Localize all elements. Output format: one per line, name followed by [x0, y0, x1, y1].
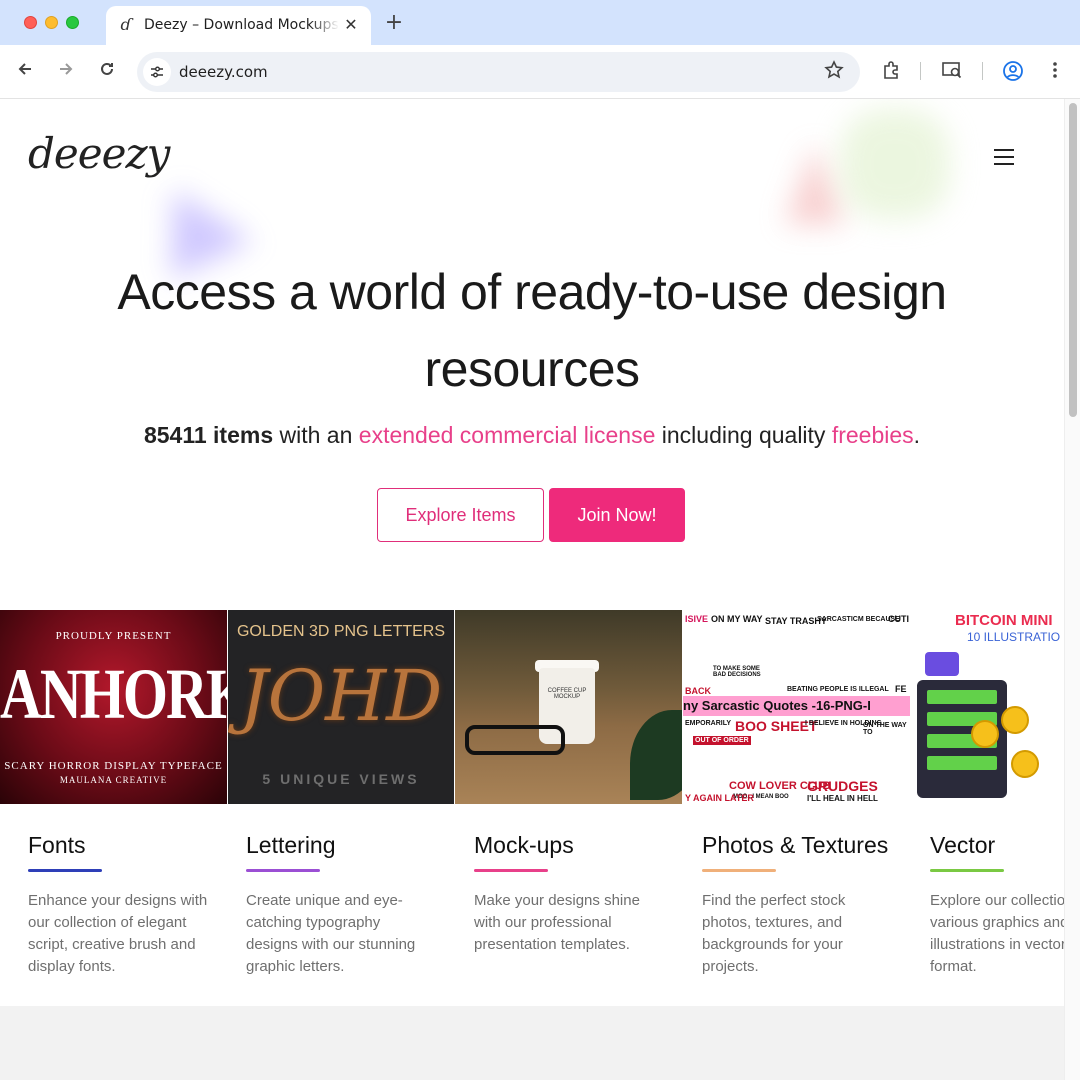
- preview-text: ANHORK: [0, 652, 227, 735]
- arrow-left-icon[interactable]: [13, 60, 37, 84]
- preview-text: GRUDGES: [807, 778, 878, 794]
- category-description: Create unique and eye-catching typograph…: [246, 892, 416, 975]
- puzzle-icon[interactable]: [879, 60, 903, 84]
- preview-text: FE: [895, 684, 907, 694]
- toolbar-divider: [982, 62, 983, 80]
- preview-text: BITCOIN MINI: [955, 612, 1053, 629]
- item-count: 85411 items: [143, 422, 274, 448]
- mockups-preview-image[interactable]: COFFEE CUP MOCKUP: [455, 610, 682, 804]
- preview-text: COFFEE CUP MOCKUP: [547, 688, 587, 700]
- url-text[interactable]: deeezy.com: [179, 61, 268, 83]
- chart-illustration: [925, 652, 959, 676]
- preview-text: 5 UNIQUE VIEWS: [262, 771, 420, 787]
- hamburger-menu-icon[interactable]: [994, 149, 1014, 165]
- plant-leaf: [630, 710, 682, 800]
- decorative-blob: [840, 109, 950, 219]
- decorative-blob: [785, 144, 845, 224]
- lettering-preview-image[interactable]: GOLDEN 3D PNG LETTERS JOHD 5 UNIQUE VIEW…: [228, 610, 454, 804]
- category-underline: [702, 869, 776, 872]
- preview-text: GOLDEN 3D PNG LETTERS: [236, 623, 446, 640]
- site-logo[interactable]: deeezy: [28, 129, 170, 178]
- category-title[interactable]: Lettering: [246, 832, 426, 859]
- category-description: Make your designs shine with our profess…: [474, 892, 640, 953]
- vector-preview-image[interactable]: BITCOIN MINI 10 ILLUSTRATIO: [911, 610, 1064, 804]
- sticker-collage: ISIVE ON MY WAY STAY TRASHY SARCASTICM B…: [683, 610, 910, 804]
- category-fonts[interactable]: Fonts Enhance your designs with our coll…: [28, 832, 208, 978]
- preview-text: TO MAKE SOME BAD DECISIONS: [713, 666, 761, 678]
- hero-title: Access a world of ready-to-use design re…: [117, 264, 947, 397]
- new-tab-button[interactable]: +: [382, 11, 406, 35]
- next-section-background: [0, 1006, 1064, 1080]
- tab-title: Deezy – Download Mockups, Fonts & Graphi…: [144, 17, 339, 33]
- freebies-link[interactable]: freebies: [832, 422, 914, 448]
- address-bar[interactable]: deeezy.com: [137, 52, 860, 92]
- preview-text: ON THE WAY TO: [863, 722, 907, 736]
- preview-text: EMPORARILY: [685, 720, 732, 727]
- profile-icon[interactable]: [1001, 60, 1025, 84]
- preview-text: MAULANA CREATIVE: [59, 775, 168, 785]
- category-lettering[interactable]: Lettering Create unique and eye-catching…: [246, 832, 426, 978]
- cast-search-icon[interactable]: [940, 60, 964, 84]
- maximize-window-button[interactable]: [66, 16, 79, 29]
- category-underline: [930, 869, 1004, 872]
- category-mockups[interactable]: Mock-ups Make your designs shine with ou…: [474, 832, 654, 956]
- preview-text: ny Sarcastic Quotes -16-PNG-I: [683, 696, 910, 716]
- category-photos-textures[interactable]: Photos & Textures Find the perfect stock…: [702, 832, 888, 978]
- toolbar-divider: [920, 62, 921, 80]
- photos-preview-image[interactable]: ISIVE ON MY WAY STAY TRASHY SARCASTICM B…: [683, 610, 910, 804]
- category-underline: [474, 869, 548, 872]
- license-link[interactable]: extended commercial license: [359, 422, 656, 448]
- category-underline: [246, 869, 320, 872]
- kebab-menu-icon[interactable]: [1043, 60, 1067, 84]
- bitcoin-coin: [971, 720, 999, 748]
- category-title[interactable]: Mock-ups: [474, 832, 654, 859]
- preview-text: CUTI: [888, 614, 909, 624]
- preview-text: I'LL HEAL IN HELL: [807, 794, 878, 803]
- preview-text: Y AGAIN LATER: [685, 793, 754, 803]
- browser-tab-active[interactable]: ɗ Deezy – Download Mockups, Fonts & Grap…: [106, 6, 371, 45]
- category-description: Find the perfect stock photos, textures,…: [702, 892, 846, 975]
- browser-toolbar: deeezy.com: [0, 45, 1080, 99]
- join-now-button[interactable]: Join Now!: [549, 488, 685, 542]
- preview-text: BEATING PEOPLE IS ILLEGAL: [787, 686, 889, 693]
- preview-text: SCARY HORROR DISPLAY TYPEFACE: [4, 760, 223, 772]
- bitcoin-coin: [1001, 706, 1029, 734]
- category-description: Enhance your designs with our collection…: [28, 892, 208, 975]
- minimize-window-button[interactable]: [45, 16, 58, 29]
- hero-text: including quality: [655, 422, 832, 448]
- hero-text: with an: [273, 422, 359, 448]
- explore-items-button[interactable]: Explore Items: [377, 488, 544, 542]
- category-title[interactable]: Photos & Textures: [702, 832, 888, 859]
- arrow-right-icon[interactable]: [54, 60, 78, 84]
- fonts-preview-image[interactable]: PROUDLY PRESENT ANHORK SCARY HORROR DISP…: [0, 610, 227, 804]
- category-title[interactable]: Vector: [930, 832, 1064, 859]
- preview-text: JOHD: [239, 655, 443, 737]
- deeezy-favicon-icon: ɗ: [120, 15, 132, 34]
- hero-text: .: [913, 422, 921, 448]
- category-title[interactable]: Fonts: [28, 832, 208, 859]
- preview-text: BACK: [685, 686, 711, 696]
- close-window-button[interactable]: [24, 16, 37, 29]
- bitcoin-coin: [1011, 750, 1039, 778]
- tab-close-icon[interactable]: ✕: [341, 15, 361, 35]
- eyeglasses: [465, 725, 565, 755]
- category-underline: [28, 869, 102, 872]
- page-scrollbar[interactable]: [1064, 99, 1080, 1080]
- tune-icon[interactable]: [143, 58, 171, 86]
- preview-text: ON MY WAY: [711, 614, 763, 624]
- preview-text: ISIVE: [685, 614, 709, 624]
- preview-text: PROUDLY PRESENT: [55, 630, 172, 642]
- category-description: Explore our collection of various graphi…: [930, 892, 1064, 975]
- reload-icon[interactable]: [95, 60, 119, 84]
- web-page: deeezy Access a world of ready-to-use de…: [0, 99, 1064, 1080]
- browser-titlebar: ɗ Deezy – Download Mockups, Fonts & Grap…: [0, 0, 1080, 45]
- preview-text: OUT OF ORDER: [693, 736, 751, 745]
- category-vector[interactable]: Vector Explore our collection of various…: [930, 832, 1064, 978]
- scrollbar-thumb[interactable]: [1069, 103, 1077, 417]
- hero-subtitle: 85411 items with an extended commercial …: [0, 422, 1064, 449]
- star-icon[interactable]: [822, 60, 846, 84]
- preview-text: 10 ILLUSTRATIO: [967, 630, 1061, 644]
